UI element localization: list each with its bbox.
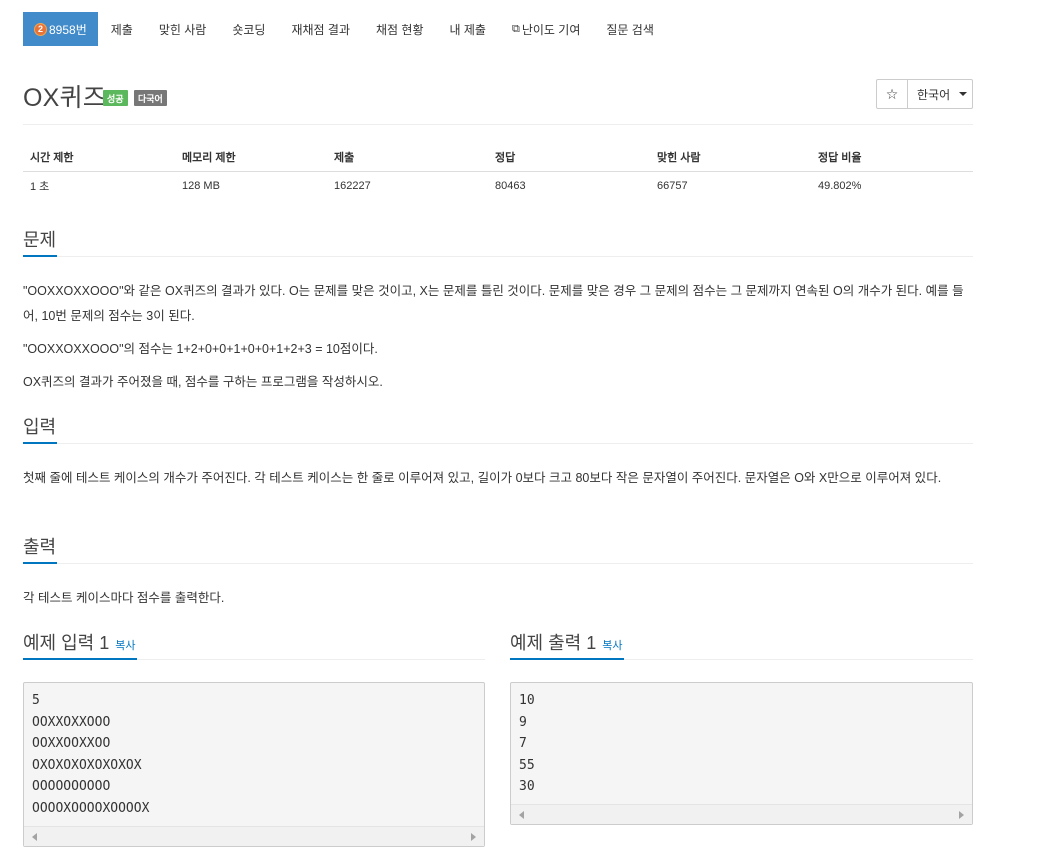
sample-input-box[interactable]: 5 OOXXOXXOOO OOXXOOXXOO OXOXOXOXOXOXOX O… — [23, 682, 485, 847]
accept-ratio-value: 49.802% — [818, 180, 862, 193]
scroll-right-icon[interactable] — [471, 833, 476, 841]
tab-rejudge-results[interactable]: 재채점 결과 — [278, 12, 363, 46]
sample-input-header: 예제 입력 1 복사 — [23, 632, 485, 660]
submissions-value: 162227 — [334, 180, 371, 193]
page-title: OX퀴즈 — [23, 84, 106, 112]
copy-input-link[interactable]: 복사 — [115, 640, 135, 652]
problem-nav: 2 8958번 제출 맞힌 사람 숏코딩 재채점 결과 채점 현황 내 제출 ⧉… — [23, 12, 667, 46]
output-section-header: 출력 — [23, 536, 973, 564]
col-solved-users: 맞힌 사람 — [650, 143, 811, 172]
problem-section-title: 문제 — [23, 229, 58, 257]
problem-actions: ☆ 한국어 — [876, 79, 973, 109]
problem-section-header: 문제 — [23, 229, 973, 257]
input-section-title: 입력 — [23, 416, 58, 444]
table-header-row: 시간 제한 메모리 제한 제출 정답 맞힌 사람 정답 비율 — [23, 143, 973, 172]
sample-output-header: 예제 출력 1 복사 — [510, 632, 973, 660]
memory-limit-value: 128 MB — [182, 180, 220, 193]
col-time-limit: 시간 제한 — [23, 143, 175, 172]
copy-output-link[interactable]: 복사 — [602, 640, 622, 652]
sample-output-box[interactable]: 10 9 7 55 30 — [510, 682, 973, 825]
scroll-left-icon[interactable] — [519, 811, 524, 819]
scroll-right-icon[interactable] — [959, 811, 964, 819]
status-badge-multilingual: 다국어 — [134, 90, 167, 106]
problem-description-1: "OOXXOXXOOO"와 같은 OX퀴즈의 결과가 있다. O는 문제를 맞은… — [23, 284, 964, 323]
problem-description-2: "OOXXOXXOOO"의 점수는 1+2+0+0+1+0+0+1+2+3 = … — [23, 342, 378, 356]
scroll-left-icon[interactable] — [32, 833, 37, 841]
tab-short-coding[interactable]: 숏코딩 — [219, 12, 278, 46]
tab-difficulty-contribution[interactable]: ⧉ 난이도 기여 — [499, 12, 593, 46]
sample-output-title: 예제 출력 1 복사 — [510, 632, 624, 660]
sample-input-title-text: 예제 입력 1 — [23, 633, 110, 653]
accepted-value: 80463 — [495, 180, 526, 193]
tab-problem[interactable]: 2 8958번 — [23, 12, 98, 46]
col-memory-limit: 메모리 제한 — [175, 143, 327, 172]
problem-number: 8958번 — [49, 22, 87, 37]
problem-header: OX퀴즈 성공 다국어 ☆ 한국어 — [23, 78, 973, 114]
tab-submit[interactable]: 제출 — [98, 12, 146, 46]
tab-solved-users[interactable]: 맞힌 사람 — [146, 12, 220, 46]
tab-status[interactable]: 채점 현황 — [363, 12, 437, 46]
problem-description-3: OX퀴즈의 결과가 주어졌을 때, 점수를 구하는 프로그램을 작성하시오. — [23, 375, 383, 389]
sample-output-title-text: 예제 출력 1 — [510, 633, 597, 653]
solved-users-value: 66757 — [657, 180, 688, 193]
output-section-title: 출력 — [23, 536, 58, 564]
tab-difficulty-label: 난이도 기여 — [521, 22, 581, 37]
input-section-header: 입력 — [23, 416, 973, 444]
language-label: 한국어 — [917, 87, 951, 102]
status-badge-success: 성공 — [103, 90, 128, 106]
sample-input-code: 5 OOXXOXXOOO OOXXOOXXOO OXOXOXOXOXOXOX O… — [32, 693, 150, 816]
horizontal-scrollbar[interactable] — [24, 826, 484, 846]
output-description: 각 테스트 케이스마다 점수를 출력한다. — [23, 591, 225, 605]
title-divider — [23, 124, 973, 125]
sample-input-title: 예제 입력 1 복사 — [23, 632, 137, 660]
horizontal-scrollbar[interactable] — [511, 804, 972, 824]
star-icon: ☆ — [885, 85, 899, 102]
time-limit-value: 1 초 — [30, 181, 50, 194]
problem-info-table: 시간 제한 메모리 제한 제출 정답 맞힌 사람 정답 비율 1 초 128 M… — [23, 143, 973, 201]
tier-badge-icon: 2 — [34, 22, 47, 36]
col-submissions: 제출 — [327, 143, 488, 172]
language-dropdown[interactable]: 한국어 — [908, 79, 973, 109]
col-accepted: 정답 — [488, 143, 650, 172]
external-link-icon: ⧉ — [511, 22, 520, 35]
tab-my-submissions[interactable]: 내 제출 — [437, 12, 499, 46]
tab-question-search[interactable]: 질문 검색 — [593, 12, 667, 46]
table-row: 1 초 128 MB 162227 80463 66757 49.802% — [23, 171, 973, 201]
col-accept-ratio: 정답 비율 — [811, 143, 973, 172]
favorite-button[interactable]: ☆ — [876, 79, 908, 109]
sample-output-code: 10 9 7 55 30 — [519, 693, 535, 794]
caret-down-icon — [959, 92, 968, 96]
input-description: 첫째 줄에 테스트 케이스의 개수가 주어진다. 각 테스트 케이스는 한 줄로… — [23, 471, 942, 485]
